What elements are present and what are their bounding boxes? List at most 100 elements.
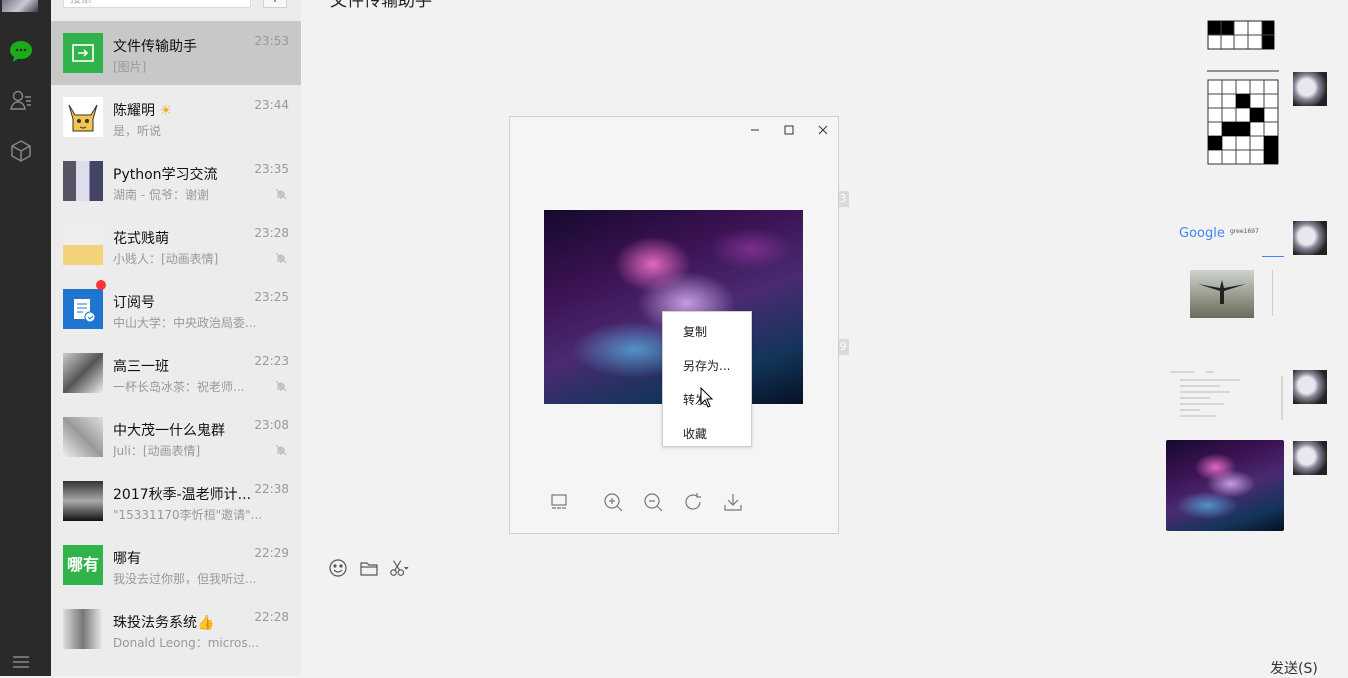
group-avatar — [63, 225, 103, 265]
chat-preview: 中山大学：中央政治局委... — [113, 316, 257, 330]
chat-item-2017[interactable]: 2017秋季-温老师计... 22:38 "15331170李忻桓"邀请"... — [51, 469, 301, 533]
rotate-icon[interactable] — [682, 491, 704, 513]
chat-preview: 是，听说 — [113, 124, 162, 138]
contacts-icon[interactable] — [9, 88, 33, 112]
file-transfer-avatar — [63, 33, 103, 73]
folder-icon[interactable] — [359, 558, 379, 578]
close-icon[interactable] — [816, 123, 830, 137]
image-viewer-window: 复制 另存为... 转发 收藏 — [509, 116, 839, 534]
chat-time: 22:29 — [254, 546, 289, 560]
chat-preview: 湖南 - 侃爷：谢谢 — [113, 188, 209, 202]
chat-name: Python学习交流 — [113, 167, 218, 183]
chat-preview: 小贱人：[动画表情] — [113, 252, 219, 266]
group-avatar — [63, 481, 103, 521]
chat-item-subscriptions[interactable]: 订阅号 23:25 中山大学：中央政治局委... — [51, 277, 301, 341]
google-screenshot-message[interactable]: Google gree1697 — [1170, 220, 1288, 320]
subscription-icon — [74, 299, 96, 323]
mute-icon — [275, 444, 287, 456]
chat-preview: Juli：[动画表情] — [113, 444, 201, 458]
zoom-in-icon[interactable] — [602, 491, 624, 513]
grid-image-message[interactable] — [1207, 70, 1279, 166]
chat-preview: Donald Leong：micros... — [113, 636, 260, 650]
group-avatar — [63, 609, 103, 649]
thumbs-up-icon: 👍 — [197, 615, 215, 631]
chat-preview: 一杯长岛冰茶：祝老师... — [113, 380, 245, 394]
chat-item-zhutou[interactable]: 珠投法务系统👍 22:28 Donald Leong：micros... — [51, 597, 301, 661]
chat-list: 搜索 + 文件传输助手 23:53 [图片] 陈耀明 ☀ 23:44 是，听说 … — [51, 0, 301, 676]
group-avatar — [63, 417, 103, 457]
google-logo: Google — [1179, 226, 1225, 241]
user-avatar[interactable] — [2, 0, 38, 12]
chat-name: 高三一班 — [113, 359, 169, 375]
text-screenshot-message[interactable] — [1166, 366, 1286, 426]
chat-name: 陈耀明 ☀ — [113, 103, 173, 119]
avatar[interactable] — [1293, 72, 1327, 106]
chat-name: 珠投法务系统👍 — [113, 615, 215, 631]
emoji-icon[interactable] — [328, 558, 348, 578]
screenshot-icon[interactable] — [389, 558, 409, 578]
chat-name: 中大茂一什么鬼群 — [113, 423, 225, 439]
cursor-icon — [700, 387, 714, 408]
group-avatar — [63, 353, 103, 393]
group-avatar — [63, 161, 103, 201]
menu-item-favorite[interactable]: 收藏 — [683, 425, 707, 442]
cartoon-dog-icon — [68, 104, 98, 132]
context-menu: 复制 另存为... 转发 收藏 — [662, 311, 752, 447]
menu-icon[interactable] — [13, 655, 29, 669]
nav-rail — [0, 0, 51, 676]
unread-badge — [96, 280, 106, 290]
chat-time: 23:28 — [254, 226, 289, 240]
thumbnail-strip-icon[interactable] — [548, 491, 570, 513]
avatar[interactable] — [1293, 370, 1327, 404]
chat-time: 22:38 — [254, 482, 289, 496]
mute-icon — [275, 380, 287, 392]
download-icon[interactable] — [722, 491, 744, 513]
chat-item-huashi[interactable]: 花式贱萌 23:28 小贱人：[动画表情] — [51, 213, 301, 277]
send-button[interactable]: 发送(S) — [1270, 658, 1318, 678]
chat-item-class[interactable]: 高三一班 22:23 一杯长岛冰茶：祝老师... — [51, 341, 301, 405]
chat-preview: "15331170李忻桓"邀请"... — [113, 508, 263, 522]
chat-time: 23:53 — [254, 34, 289, 48]
minimize-icon[interactable] — [748, 123, 762, 137]
menu-item-copy[interactable]: 复制 — [683, 323, 707, 340]
chat-item-zhongda[interactable]: 中大茂一什么鬼群 23:08 Juli：[动画表情] — [51, 405, 301, 469]
mute-icon — [275, 188, 287, 200]
search-query: gree1697 — [1230, 228, 1259, 235]
avatar — [63, 97, 103, 137]
sun-icon: ☀ — [159, 103, 173, 119]
favorites-icon[interactable] — [9, 139, 33, 163]
chat-time: 22:23 — [254, 354, 289, 368]
chat-name: 花式贱萌 — [113, 231, 169, 247]
subscription-avatar — [63, 289, 103, 329]
add-chat-button[interactable]: + — [263, 0, 287, 8]
chat-preview: 我没去过你那，但我听过... — [113, 572, 257, 586]
galaxy-image-message[interactable] — [1166, 440, 1284, 531]
chat-icon[interactable] — [9, 39, 33, 63]
chat-name: 2017秋季-温老师计... — [113, 487, 252, 503]
zoom-out-icon[interactable] — [642, 491, 664, 513]
chat-time: 23:08 — [254, 418, 289, 432]
maximize-icon[interactable] — [782, 123, 796, 137]
file-transfer-icon — [72, 44, 94, 62]
chat-preview: [图片] — [113, 60, 147, 74]
chat-time: 22:28 — [254, 610, 289, 624]
chat-name: 哪有 — [113, 551, 141, 567]
chat-time: 23:25 — [254, 290, 289, 304]
chat-item-python[interactable]: Python学习交流 23:35 湖南 - 侃爷：谢谢 — [51, 149, 301, 213]
mute-icon — [275, 252, 287, 264]
chat-time: 23:44 — [254, 98, 289, 112]
nayou-avatar: 哪有 — [63, 545, 103, 585]
chat-title: 文件传输助手 — [330, 0, 432, 11]
chat-name: 文件传输助手 — [113, 39, 197, 55]
grid-image-message[interactable] — [1207, 20, 1275, 50]
chat-time: 23:35 — [254, 162, 289, 176]
chat-name: 订阅号 — [113, 295, 155, 311]
photo-thumbnail — [1190, 270, 1254, 318]
menu-item-save-as[interactable]: 另存为... — [683, 357, 730, 374]
avatar[interactable] — [1293, 441, 1327, 475]
avatar[interactable] — [1293, 221, 1327, 255]
search-input[interactable]: 搜索 — [63, 0, 251, 8]
chat-item-file-transfer[interactable]: 文件传输助手 23:53 [图片] — [51, 21, 301, 85]
chat-item-nayou[interactable]: 哪有 哪有 22:29 我没去过你那，但我听过... — [51, 533, 301, 597]
chat-item-chen[interactable]: 陈耀明 ☀ 23:44 是，听说 — [51, 85, 301, 149]
